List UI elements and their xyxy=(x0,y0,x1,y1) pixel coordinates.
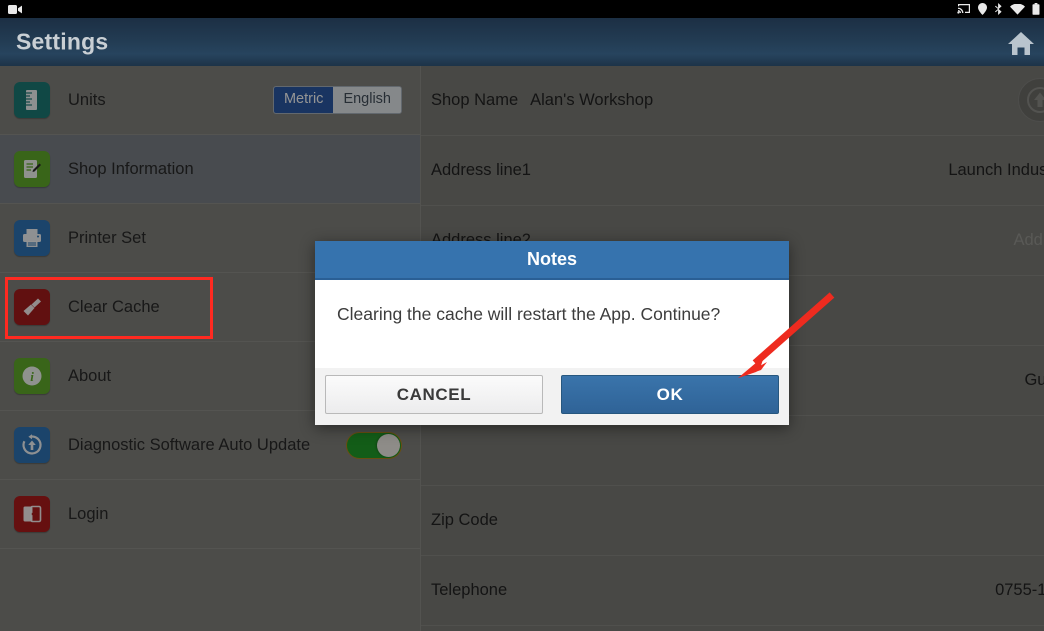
detail-row-value: Guang xyxy=(1024,371,1044,389)
sidebar-item-units[interactable]: Units Metric English xyxy=(0,66,420,135)
sidebar-item-label: Login xyxy=(68,504,109,523)
video-record-icon xyxy=(8,4,22,14)
detail-row-label: Telephone xyxy=(431,581,508,599)
login-icon xyxy=(14,496,50,532)
units-option-metric[interactable]: Metric xyxy=(273,87,334,113)
sidebar-item-login[interactable]: Login xyxy=(0,480,420,549)
wifi-icon xyxy=(1010,3,1025,15)
sidebar-item-label: Diagnostic Software Auto Update xyxy=(68,435,311,454)
location-icon xyxy=(978,3,987,15)
home-button[interactable] xyxy=(998,20,1044,66)
status-bar-left-icons xyxy=(0,4,23,15)
detail-row-label: Address line1 xyxy=(431,161,531,179)
detail-row-email[interactable]: Email xiangmin.xu@cnlaunch xyxy=(421,626,1044,631)
dialog-message: Clearing the cache will restart the App.… xyxy=(337,304,721,324)
dialog-footer: CANCEL OK xyxy=(315,368,789,425)
cancel-button[interactable]: CANCEL xyxy=(325,375,543,414)
page-title: Settings xyxy=(16,28,109,55)
sidebar-item-label: Printer Set xyxy=(68,228,146,247)
dialog-title: Notes xyxy=(526,249,577,269)
detail-row-zip-code[interactable]: Zip Code 51 xyxy=(421,486,1044,556)
sidebar-item-label: About xyxy=(68,366,112,385)
sidebar-item-label: Units xyxy=(68,90,106,109)
detail-row-value: Alan's Workshop xyxy=(530,91,654,109)
android-status-bar xyxy=(0,0,1044,18)
app-title-bar: Settings xyxy=(0,18,1044,66)
svg-text:i: i xyxy=(30,369,34,384)
ruler-icon xyxy=(14,82,50,118)
notes-dialog: Notes Clearing the cache will restart th… xyxy=(315,241,789,425)
home-icon xyxy=(1008,32,1034,55)
detail-row-address-line1[interactable]: Address line1 Launch Industrial xyxy=(421,136,1044,206)
avatar-upload-icon[interactable] xyxy=(1018,78,1044,122)
detail-row-city[interactable]: 深 xyxy=(421,416,1044,486)
printer-icon xyxy=(14,220,50,256)
update-arrow-icon xyxy=(14,427,50,463)
ok-button[interactable]: OK xyxy=(561,375,779,414)
settings-screen: Settings Units Metric English Shop Infor… xyxy=(0,0,1044,631)
document-edit-icon xyxy=(14,151,50,187)
sidebar-item-label: Shop Information xyxy=(68,159,194,178)
detail-row-label: Shop Name xyxy=(431,91,519,109)
detail-row-value: Launch Industrial xyxy=(948,161,1044,179)
cast-icon xyxy=(957,4,970,14)
broom-icon xyxy=(14,289,50,325)
battery-icon xyxy=(1032,3,1040,15)
detail-row-label: Zip Code xyxy=(431,511,498,529)
sidebar-item-label: Clear Cache xyxy=(68,297,160,316)
units-toggle-group: Metric English xyxy=(272,86,420,114)
switch-knob xyxy=(377,433,400,457)
sidebar-item-shop-information[interactable]: Shop Information xyxy=(0,135,420,204)
detail-row-value: 0755-1234 xyxy=(995,581,1044,599)
units-option-english[interactable]: English xyxy=(333,87,401,113)
units-segmented-control[interactable]: Metric English xyxy=(272,86,402,114)
dialog-header: Notes xyxy=(315,241,789,280)
detail-row-value: Address xyxy=(1013,231,1044,249)
detail-row-telephone[interactable]: Telephone 0755-1234 xyxy=(421,556,1044,626)
info-icon: i xyxy=(14,358,50,394)
status-bar-right-icons xyxy=(957,3,1044,15)
dialog-body: Clearing the cache will restart the App.… xyxy=(315,280,789,368)
auto-update-toggle-wrap xyxy=(346,431,420,459)
detail-row-shop-name[interactable]: Shop Name Alan's Workshop xyxy=(421,66,1044,136)
bluetooth-icon xyxy=(995,3,1002,15)
auto-update-switch[interactable] xyxy=(346,431,402,459)
